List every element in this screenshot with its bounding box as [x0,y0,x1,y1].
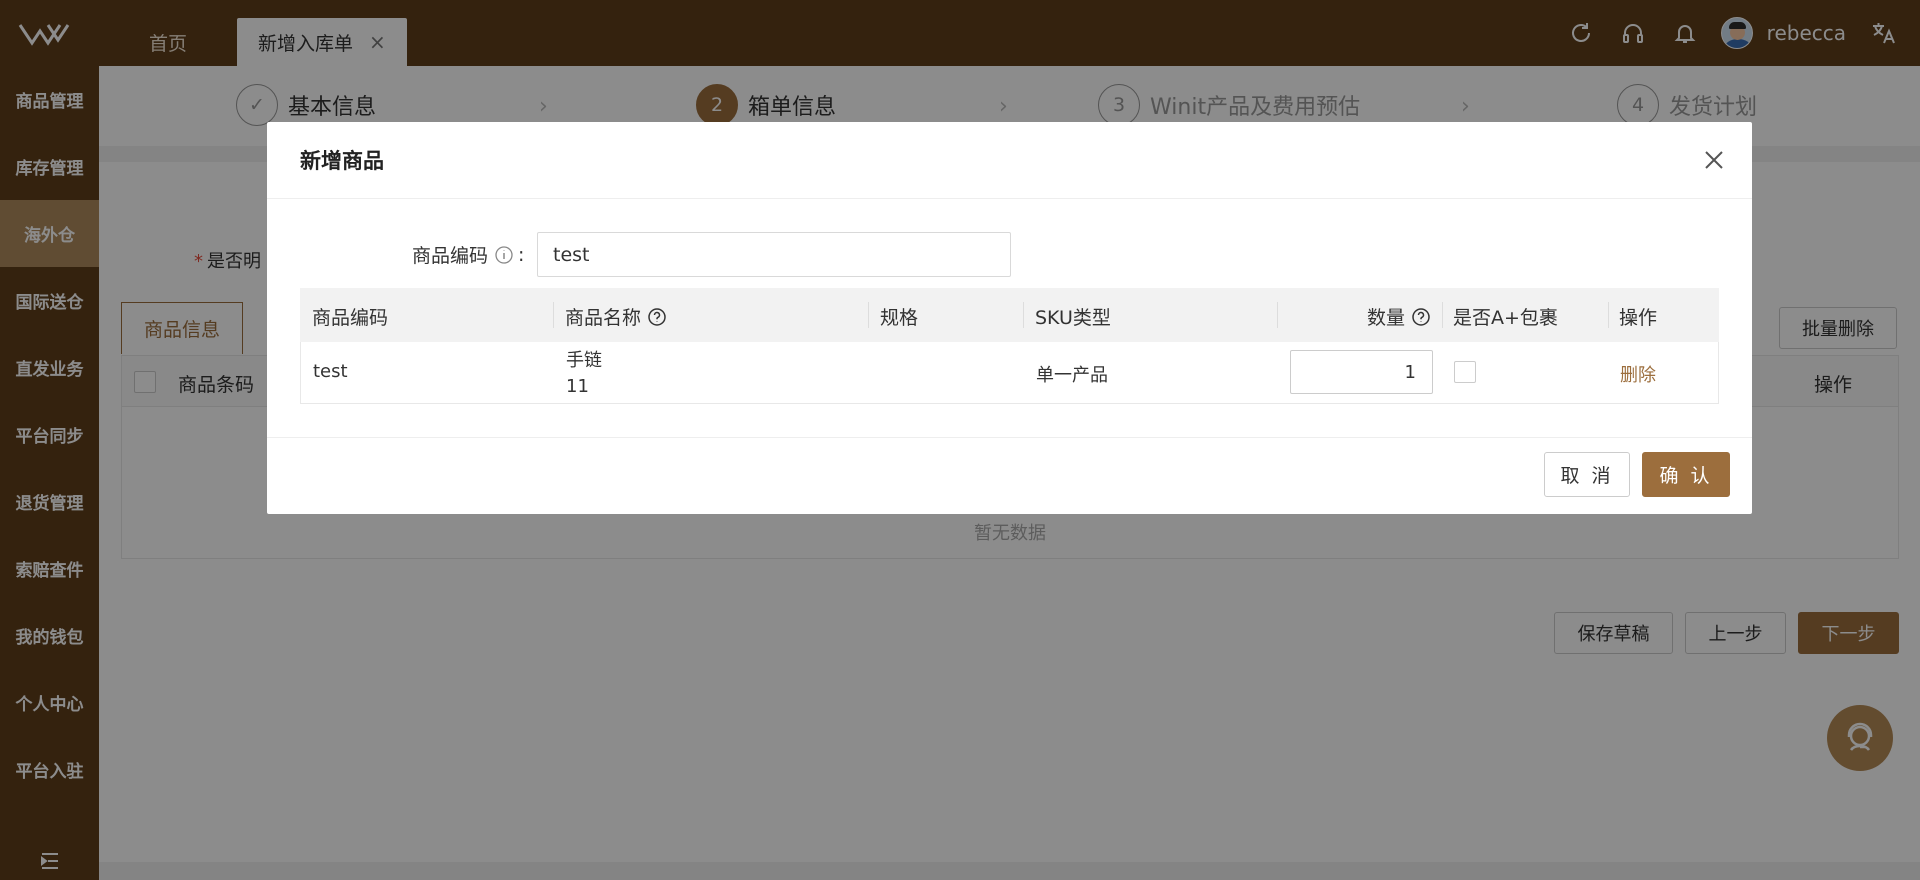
cancel-button[interactable]: 取 消 [1544,452,1630,497]
quantity-input[interactable] [1290,350,1433,394]
modal-title: 新增商品 [300,149,384,173]
table-row: test 手链 11 单一产品 删除 [300,342,1719,404]
column-a-plus: 是否A+包裹 [1453,307,1558,329]
cell-product-name: 手链 [566,350,602,371]
column-action: 操作 [1619,307,1658,329]
column-product-code: 商品编码 [312,307,389,329]
help-icon[interactable] [1411,307,1431,327]
cell-sku-type: 单一产品 [1036,365,1108,386]
add-product-modal: 新增商品 商品编码 : 商品编码 商品名称 规格 SKU类型 数量 [267,122,1752,514]
modal-footer: 取 消 确 认 [267,437,1752,514]
column-spec: 规格 [880,307,919,329]
info-icon[interactable] [494,245,514,265]
cell-product-name-line2: 11 [566,376,589,397]
table-header: 商品编码 商品名称 规格 SKU类型 数量 是否A+包裹 操作 [300,288,1719,342]
product-code-input[interactable] [537,232,1011,277]
product-code-search: 商品编码 : [267,232,1752,277]
close-icon[interactable] [1702,148,1726,172]
column-product-name: 商品名称 [565,303,667,330]
a-plus-checkbox[interactable] [1454,361,1476,383]
column-quantity: 数量 [1367,303,1431,330]
product-code-label: 商品编码 : [412,243,525,268]
cell-product-code: test [313,361,348,382]
product-table: 商品编码 商品名称 规格 SKU类型 数量 是否A+包裹 操作 test 手链 … [300,288,1719,404]
delete-link[interactable]: 删除 [1620,361,1656,387]
confirm-button[interactable]: 确 认 [1642,452,1730,497]
modal-header: 新增商品 [267,122,1752,199]
help-icon[interactable] [647,307,667,327]
column-sku-type: SKU类型 [1035,307,1111,329]
